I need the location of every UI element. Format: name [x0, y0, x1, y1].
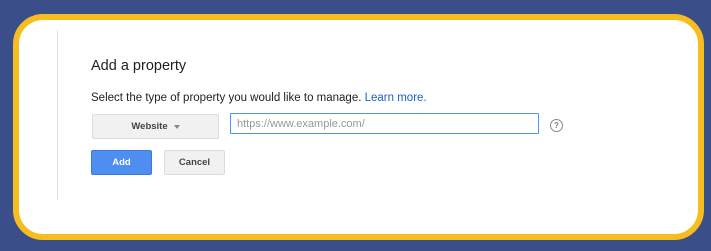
- instruction-label: Select the type of property you would li…: [91, 92, 362, 104]
- property-type-value: Website: [131, 121, 168, 132]
- url-input[interactable]: [230, 113, 539, 134]
- divider: [57, 30, 58, 200]
- property-type-select[interactable]: Website: [92, 114, 219, 139]
- page-title: Add a property: [91, 58, 187, 74]
- chevron-down-icon: [173, 124, 180, 129]
- instruction-text: Select the type of property you would li…: [91, 92, 427, 104]
- add-button[interactable]: Add: [91, 150, 152, 175]
- cancel-button[interactable]: Cancel: [164, 150, 225, 175]
- highlight-frame: Add a property Select the type of proper…: [13, 14, 704, 240]
- learn-more-link[interactable]: Learn more.: [365, 92, 427, 104]
- help-icon[interactable]: ?: [550, 119, 563, 132]
